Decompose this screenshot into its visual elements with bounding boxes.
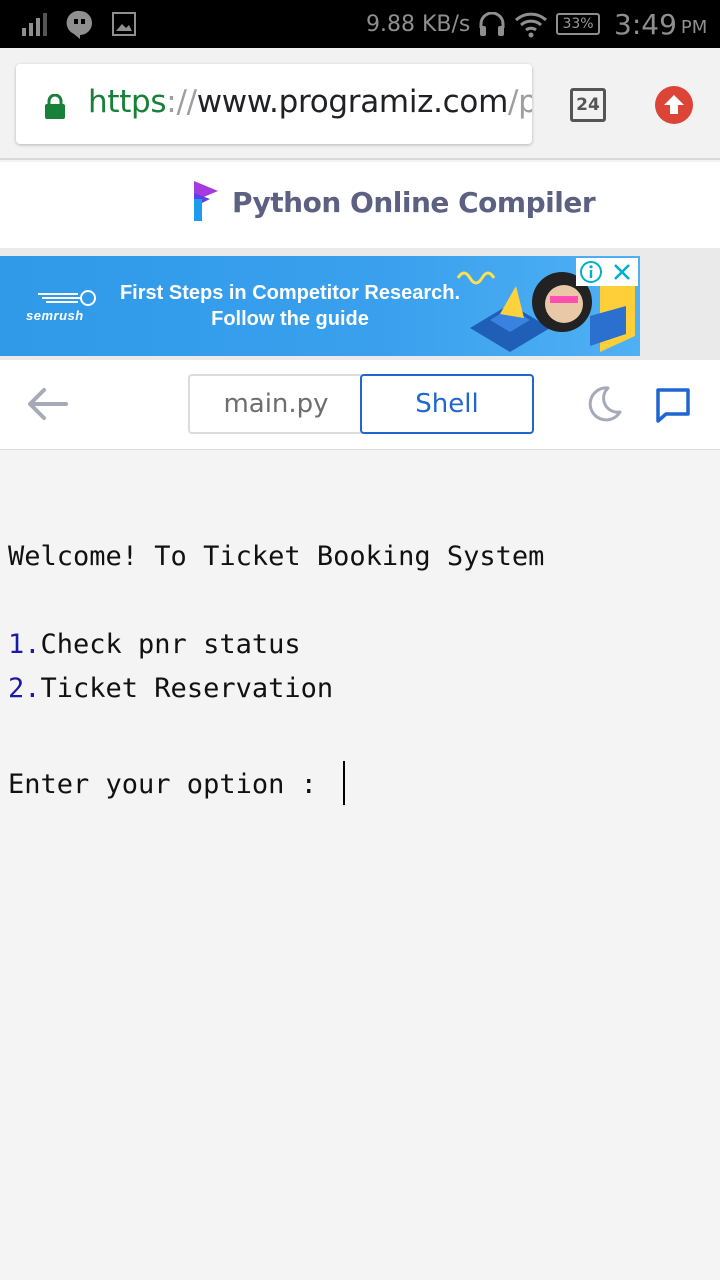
signal-icon <box>22 13 47 36</box>
moon-icon[interactable] <box>584 384 624 424</box>
option-number: 2. <box>8 673 41 704</box>
ad-line-1: First Steps in Competitor Research. <box>119 282 461 304</box>
semrush-logo-icon <box>38 290 96 306</box>
shell-console[interactable]: Welcome! To Ticket Booking System 1.Chec… <box>0 451 720 1280</box>
console-option-line: 1.Check pnr status <box>8 629 301 660</box>
url-path: /p <box>507 84 532 120</box>
editor-toolbar: main.py Shell <box>0 360 720 450</box>
url-text[interactable]: https://www.programiz.com/p <box>88 84 532 120</box>
ad-info-button[interactable] <box>576 258 606 286</box>
ad-close-button[interactable] <box>606 258 638 286</box>
url-separator: :// <box>166 84 197 120</box>
ad-line-2: Follow the guide <box>211 308 369 330</box>
wifi-icon <box>514 12 548 38</box>
tab-shell[interactable]: Shell <box>360 374 534 434</box>
console-prompt: Enter your option : <box>8 769 334 800</box>
browser-toolbar: https://www.programiz.com/p 24 <box>0 48 720 160</box>
headphone-icon <box>479 12 505 36</box>
feedback-icon[interactable] <box>654 386 692 424</box>
image-icon <box>112 12 136 36</box>
console-option-line: 2.Ticket Reservation <box>8 673 333 704</box>
battery-indicator: 33% <box>556 13 600 35</box>
ad-container: semrush First Steps in Competitor Resear… <box>0 248 720 360</box>
option-text: Check pnr status <box>40 629 301 660</box>
programiz-logo-icon[interactable] <box>192 179 220 223</box>
tab-main-py[interactable]: main.py <box>188 374 362 434</box>
site-header: Python Online Compiler <box>0 162 720 248</box>
console-prompt-line[interactable]: Enter your option : <box>8 761 346 805</box>
clock-time: 3:49 <box>614 7 677 41</box>
back-arrow-icon[interactable] <box>26 386 68 422</box>
info-icon <box>580 261 602 283</box>
clock: 3:49 PM <box>614 0 707 48</box>
tab-switcher-button[interactable]: 24 <box>570 88 606 122</box>
clock-ampm: PM <box>680 16 708 38</box>
address-bar[interactable]: https://www.programiz.com/p <box>16 64 532 144</box>
url-host: www.programiz.com <box>196 84 509 120</box>
lock-icon <box>45 94 65 119</box>
ad-banner[interactable]: semrush First Steps in Competitor Resear… <box>0 256 640 356</box>
ad-headline: First Steps in Competitor Research. Foll… <box>110 280 470 332</box>
page-title: Python Online Compiler <box>232 186 596 219</box>
close-icon <box>614 264 630 280</box>
url-protocol: https <box>88 84 167 120</box>
hangouts-icon <box>66 10 92 39</box>
text-cursor <box>343 761 346 805</box>
option-text: Ticket Reservation <box>40 673 334 704</box>
arrow-up-icon <box>664 95 684 114</box>
ad-brand: semrush <box>26 308 84 323</box>
status-bar: 9.88 KB/s 33% 3:49 PM <box>0 0 720 48</box>
option-number: 1. <box>8 629 41 660</box>
update-button[interactable] <box>655 86 693 124</box>
network-speed: 9.88 KB/s <box>366 11 471 37</box>
console-welcome-line: Welcome! To Ticket Booking System <box>8 541 545 572</box>
